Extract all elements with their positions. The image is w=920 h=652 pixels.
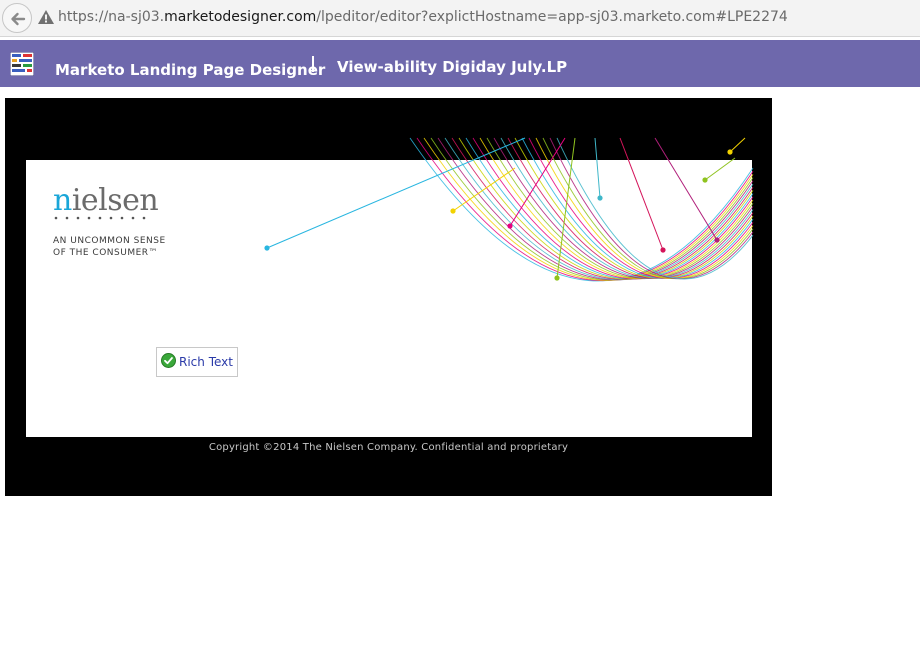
- landing-page-title: View-ability Digiday July.LP: [337, 58, 568, 76]
- header-divider: [312, 56, 314, 72]
- tagline-line-1: AN UNCOMMON SENSE: [53, 236, 166, 246]
- marketo-app-icon: [10, 52, 34, 76]
- url-prefix: https://na-sj03.: [58, 9, 165, 25]
- logo-rest: ielsen: [71, 183, 159, 218]
- arrow-left-icon: [11, 12, 26, 26]
- landing-page-canvas: nielsen AN UNCOMMON SENSE OF THE CONSUME…: [5, 98, 772, 496]
- decorative-curve: [409, 137, 754, 282]
- decorative-dot: [450, 208, 456, 214]
- decorative-curves: [264, 137, 754, 282]
- rich-text-label: Rich Text: [179, 355, 233, 369]
- app-title: Marketo Landing Page Designer: [55, 61, 326, 79]
- decorative-dot: [507, 223, 513, 229]
- decorative-dot: [554, 275, 560, 281]
- decorative-line: [594, 137, 601, 199]
- decorative-line: [556, 137, 576, 279]
- url-field[interactable]: https://na-sj03.marketodesigner.com/lped…: [58, 9, 788, 25]
- tagline-line-2: OF THE CONSUMER™: [53, 248, 159, 258]
- warning-icon[interactable]: [37, 9, 55, 25]
- decorative-dot: [264, 245, 270, 251]
- url-path: /lpeditor/editor?explictHostname=app-sj0…: [316, 9, 788, 25]
- check-circle-icon: [161, 353, 176, 368]
- decorative-dot: [727, 149, 733, 155]
- decorative-dot: [702, 177, 708, 183]
- decorative-line: [729, 137, 746, 153]
- back-button[interactable]: [2, 3, 32, 33]
- logo-n: n: [53, 183, 72, 218]
- designer-header: Marketo Landing Page Designer View-abili…: [0, 40, 920, 87]
- copyright-text: Copyright ©2014 The Nielsen Company. Con…: [208, 442, 569, 453]
- decorative-dot: [660, 247, 666, 253]
- decorative-line: [619, 137, 664, 251]
- url-domain: marketodesigner.com: [164, 9, 317, 25]
- decorative-dot: [714, 237, 720, 243]
- rich-text-element[interactable]: Rich Text: [156, 347, 238, 377]
- logo-dots: [54, 216, 146, 220]
- decorative-curve: [465, 137, 754, 280]
- decorative-line: [704, 157, 736, 181]
- tagline: AN UNCOMMON SENSE OF THE CONSUMER™: [53, 235, 166, 259]
- browser-address-bar: https://na-sj03.marketodesigner.com/lped…: [0, 0, 920, 37]
- decorative-dot: [597, 195, 603, 201]
- decorative-line: [654, 137, 718, 241]
- nielsen-logo: nielsen: [53, 183, 159, 218]
